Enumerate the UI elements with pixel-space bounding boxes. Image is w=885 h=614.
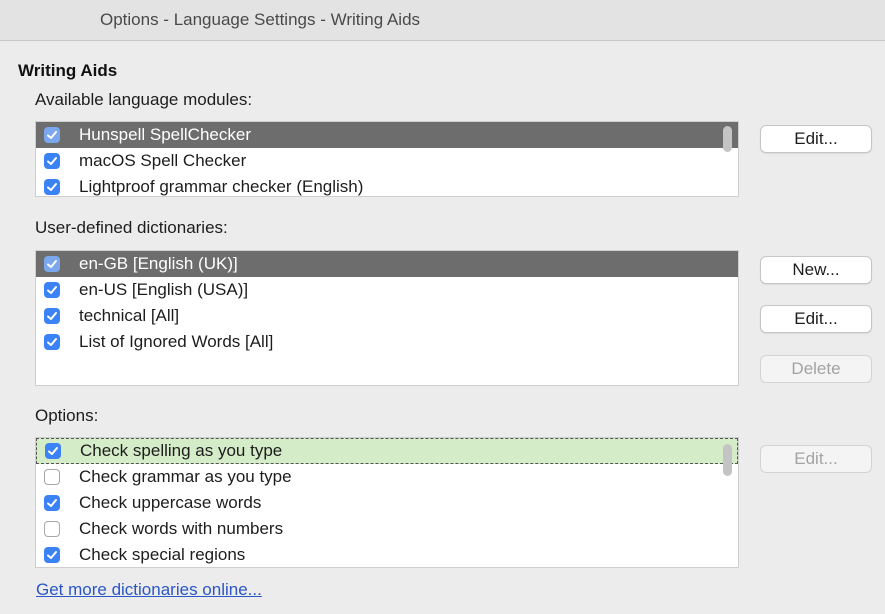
dictionary-item-label: en-GB [English (UK)]: [79, 254, 238, 273]
option-item-label: Check special regions: [79, 545, 246, 564]
modules-list[interactable]: Hunspell SpellChecker macOS Spell Checke…: [35, 121, 739, 197]
options-scrollbar[interactable]: [723, 444, 732, 476]
options-label: Options:: [35, 406, 99, 425]
dictionary-item-label: technical [All]: [79, 306, 180, 325]
checkmark-icon: [48, 447, 58, 455]
modules-edit-button[interactable]: Edit...: [760, 125, 872, 153]
option-item-label: Check grammar as you type: [79, 467, 292, 486]
checkmark-icon: [47, 551, 57, 559]
checkmark-icon: [47, 312, 57, 320]
dictionaries-list[interactable]: en-GB [English (UK)] en-US [English (USA…: [35, 250, 739, 386]
get-more-dictionaries-link[interactable]: Get more dictionaries online...: [36, 580, 262, 600]
checkmark-icon: [47, 260, 57, 268]
checkbox-words-with-numbers[interactable]: [44, 521, 60, 537]
dictionary-item-label: en-US [English (USA)]: [79, 280, 249, 299]
window-title: Options - Language Settings - Writing Ai…: [100, 10, 421, 29]
checkmark-icon: [47, 157, 57, 165]
dictionaries-label: User-defined dictionaries:: [35, 218, 228, 237]
modules-scrollbar[interactable]: [723, 126, 732, 152]
options-edit-button[interactable]: Edit...: [760, 445, 872, 473]
checkmark-icon: [47, 338, 57, 346]
checkmark-icon: [47, 499, 57, 507]
checkbox-ignored-words[interactable]: [44, 334, 60, 350]
title-bar: Options - Language Settings - Writing Ai…: [0, 0, 885, 41]
checkbox-en-us[interactable]: [44, 282, 60, 298]
dictionary-item-technical[interactable]: technical [All]: [36, 303, 738, 329]
dictionary-item-en-us[interactable]: en-US [English (USA)]: [36, 277, 738, 303]
option-item-label: Check spelling as you type: [80, 441, 283, 460]
checkbox-lightproof[interactable]: [44, 179, 60, 195]
option-item-label: Check words with numbers: [79, 519, 284, 538]
checkmark-icon: [47, 183, 57, 191]
checkmark-icon: [47, 286, 57, 294]
module-item-macos[interactable]: macOS Spell Checker: [36, 148, 738, 174]
modules-label: Available language modules:: [35, 90, 253, 109]
dictionary-item-en-gb[interactable]: en-GB [English (UK)]: [36, 251, 738, 277]
checkbox-en-gb[interactable]: [44, 256, 60, 272]
option-item-special-regions[interactable]: Check special regions: [36, 542, 738, 567]
checkbox-special-regions[interactable]: [44, 547, 60, 563]
module-item-lightproof[interactable]: Lightproof grammar checker (English): [36, 174, 738, 196]
checkbox-macos[interactable]: [44, 153, 60, 169]
module-item-hunspell[interactable]: Hunspell SpellChecker: [36, 122, 738, 148]
dictionary-edit-button[interactable]: Edit...: [760, 305, 872, 333]
checkbox-spelling-as-you-type[interactable]: [45, 443, 61, 459]
dictionary-item-ignored-words[interactable]: List of Ignored Words [All]: [36, 329, 738, 355]
dictionary-delete-button[interactable]: Delete: [760, 355, 872, 383]
option-item-grammar-as-you-type[interactable]: Check grammar as you type: [36, 464, 738, 490]
option-item-spelling-as-you-type[interactable]: Check spelling as you type: [36, 438, 738, 464]
checkbox-technical[interactable]: [44, 308, 60, 324]
dictionary-new-button[interactable]: New...: [760, 256, 872, 284]
checkbox-grammar-as-you-type[interactable]: [44, 469, 60, 485]
option-item-label: Check uppercase words: [79, 493, 262, 512]
module-item-label: Hunspell SpellChecker: [79, 125, 251, 144]
checkbox-hunspell[interactable]: [44, 127, 60, 143]
checkbox-uppercase-words[interactable]: [44, 495, 60, 511]
section-title: Writing Aids: [18, 61, 118, 80]
checkmark-icon: [47, 131, 57, 139]
option-item-uppercase-words[interactable]: Check uppercase words: [36, 490, 738, 516]
option-item-words-with-numbers[interactable]: Check words with numbers: [36, 516, 738, 542]
module-item-label: macOS Spell Checker: [79, 151, 247, 170]
options-list[interactable]: Check spelling as you type Check grammar…: [35, 437, 739, 568]
module-item-label: Lightproof grammar checker (English): [79, 177, 364, 196]
dictionary-item-label: List of Ignored Words [All]: [79, 332, 274, 351]
